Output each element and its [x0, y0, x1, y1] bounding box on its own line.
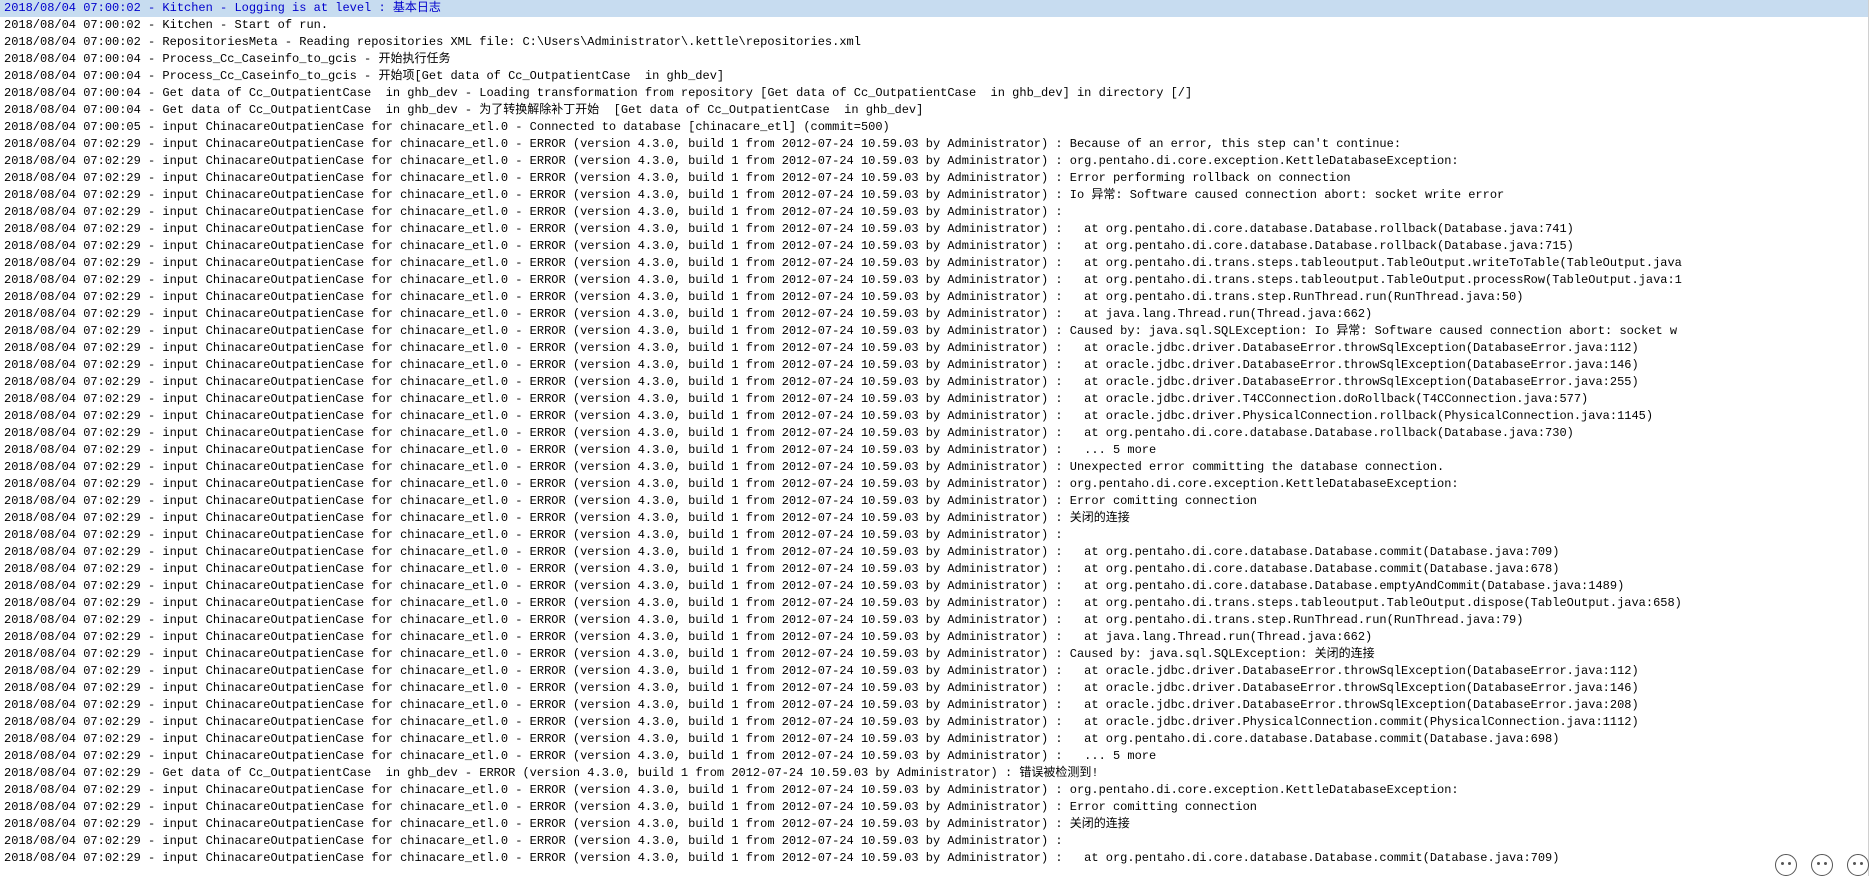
log-line[interactable]: 2018/08/04 07:02:29 - input ChinacareOut…	[0, 391, 1868, 408]
log-line[interactable]: 2018/08/04 07:02:29 - input ChinacareOut…	[0, 697, 1868, 714]
log-line[interactable]: 2018/08/04 07:02:29 - input ChinacareOut…	[0, 561, 1868, 578]
log-line[interactable]: 2018/08/04 07:02:29 - input ChinacareOut…	[0, 833, 1868, 850]
log-line[interactable]: 2018/08/04 07:00:04 - Process_Cc_Caseinf…	[0, 68, 1868, 85]
log-line[interactable]: 2018/08/04 07:02:29 - input ChinacareOut…	[0, 272, 1868, 289]
log-line[interactable]: 2018/08/04 07:02:29 - input ChinacareOut…	[0, 204, 1868, 221]
log-line[interactable]: 2018/08/04 07:02:29 - input ChinacareOut…	[0, 799, 1868, 816]
log-line[interactable]: 2018/08/04 07:02:29 - input ChinacareOut…	[0, 476, 1868, 493]
log-line[interactable]: 2018/08/04 07:02:29 - input ChinacareOut…	[0, 442, 1868, 459]
log-line[interactable]: 2018/08/04 07:02:29 - input ChinacareOut…	[0, 544, 1868, 561]
log-line[interactable]: 2018/08/04 07:02:29 - input ChinacareOut…	[0, 748, 1868, 765]
log-line[interactable]: 2018/08/04 07:02:29 - input ChinacareOut…	[0, 731, 1868, 748]
log-line[interactable]: 2018/08/04 07:02:29 - input ChinacareOut…	[0, 510, 1868, 527]
log-line[interactable]: 2018/08/04 07:02:29 - input ChinacareOut…	[0, 578, 1868, 595]
log-line[interactable]: 2018/08/04 07:02:29 - input ChinacareOut…	[0, 340, 1868, 357]
log-line[interactable]: 2018/08/04 07:02:29 - input ChinacareOut…	[0, 663, 1868, 680]
log-line[interactable]: 2018/08/04 07:02:29 - input ChinacareOut…	[0, 595, 1868, 612]
log-line[interactable]: 2018/08/04 07:00:02 - Kitchen - Start of…	[0, 17, 1868, 34]
log-line[interactable]: 2018/08/04 07:00:05 - input ChinacareOut…	[0, 119, 1868, 136]
log-line-selected[interactable]: 2018/08/04 07:00:02 - Kitchen - Logging …	[0, 0, 1868, 17]
log-line[interactable]: 2018/08/04 07:00:02 - RepositoriesMeta -…	[0, 34, 1868, 51]
log-line[interactable]: 2018/08/04 07:02:29 - input ChinacareOut…	[0, 323, 1868, 340]
log-line[interactable]: 2018/08/04 07:02:29 - input ChinacareOut…	[0, 238, 1868, 255]
log-line[interactable]: 2018/08/04 07:02:29 - input ChinacareOut…	[0, 187, 1868, 204]
log-line[interactable]: 2018/08/04 07:02:29 - input ChinacareOut…	[0, 782, 1868, 799]
log-line[interactable]: 2018/08/04 07:02:29 - input ChinacareOut…	[0, 816, 1868, 833]
emoji-toolbar	[1775, 850, 1869, 876]
log-line[interactable]: 2018/08/04 07:02:29 - input ChinacareOut…	[0, 357, 1868, 374]
log-line[interactable]: 2018/08/04 07:02:29 - input ChinacareOut…	[0, 629, 1868, 646]
log-window: 2018/08/04 07:00:02 - Kitchen - Logging …	[0, 0, 1873, 876]
log-line[interactable]: 2018/08/04 07:00:04 - Get data of Cc_Out…	[0, 102, 1868, 119]
log-line[interactable]: 2018/08/04 07:02:29 - input ChinacareOut…	[0, 255, 1868, 272]
log-line[interactable]: 2018/08/04 07:02:29 - input ChinacareOut…	[0, 408, 1868, 425]
log-line[interactable]: 2018/08/04 07:02:29 - input ChinacareOut…	[0, 374, 1868, 391]
log-line[interactable]: 2018/08/04 07:02:29 - Get data of Cc_Out…	[0, 765, 1868, 782]
log-line[interactable]: 2018/08/04 07:02:29 - input ChinacareOut…	[0, 493, 1868, 510]
log-line[interactable]: 2018/08/04 07:02:29 - input ChinacareOut…	[0, 289, 1868, 306]
smiley-face-icon[interactable]	[1847, 854, 1869, 876]
log-line[interactable]: 2018/08/04 07:02:29 - input ChinacareOut…	[0, 221, 1868, 238]
log-line[interactable]: 2018/08/04 07:02:29 - input ChinacareOut…	[0, 306, 1868, 323]
log-line[interactable]: 2018/08/04 07:02:29 - input ChinacareOut…	[0, 714, 1868, 731]
log-line[interactable]: 2018/08/04 07:00:04 - Get data of Cc_Out…	[0, 85, 1868, 102]
log-line[interactable]: 2018/08/04 07:02:29 - input ChinacareOut…	[0, 136, 1868, 153]
log-line[interactable]: 2018/08/04 07:02:29 - input ChinacareOut…	[0, 646, 1868, 663]
log-line[interactable]: 2018/08/04 07:02:29 - input ChinacareOut…	[0, 850, 1868, 867]
smiley-face-icon[interactable]	[1775, 854, 1797, 876]
log-line[interactable]: 2018/08/04 07:02:29 - input ChinacareOut…	[0, 680, 1868, 697]
smiley-face-icon[interactable]	[1811, 854, 1833, 876]
log-line[interactable]: 2018/08/04 07:02:29 - input ChinacareOut…	[0, 612, 1868, 629]
log-line[interactable]: 2018/08/04 07:02:29 - input ChinacareOut…	[0, 425, 1868, 442]
log-line[interactable]: 2018/08/04 07:00:04 - Process_Cc_Caseinf…	[0, 51, 1868, 68]
log-line[interactable]: 2018/08/04 07:02:29 - input ChinacareOut…	[0, 153, 1868, 170]
log-line[interactable]: 2018/08/04 07:02:29 - input ChinacareOut…	[0, 527, 1868, 544]
log-line[interactable]: 2018/08/04 07:02:29 - input ChinacareOut…	[0, 170, 1868, 187]
log-text-area[interactable]: 2018/08/04 07:00:02 - Kitchen - Logging …	[0, 0, 1869, 876]
log-line[interactable]: 2018/08/04 07:02:29 - input ChinacareOut…	[0, 459, 1868, 476]
